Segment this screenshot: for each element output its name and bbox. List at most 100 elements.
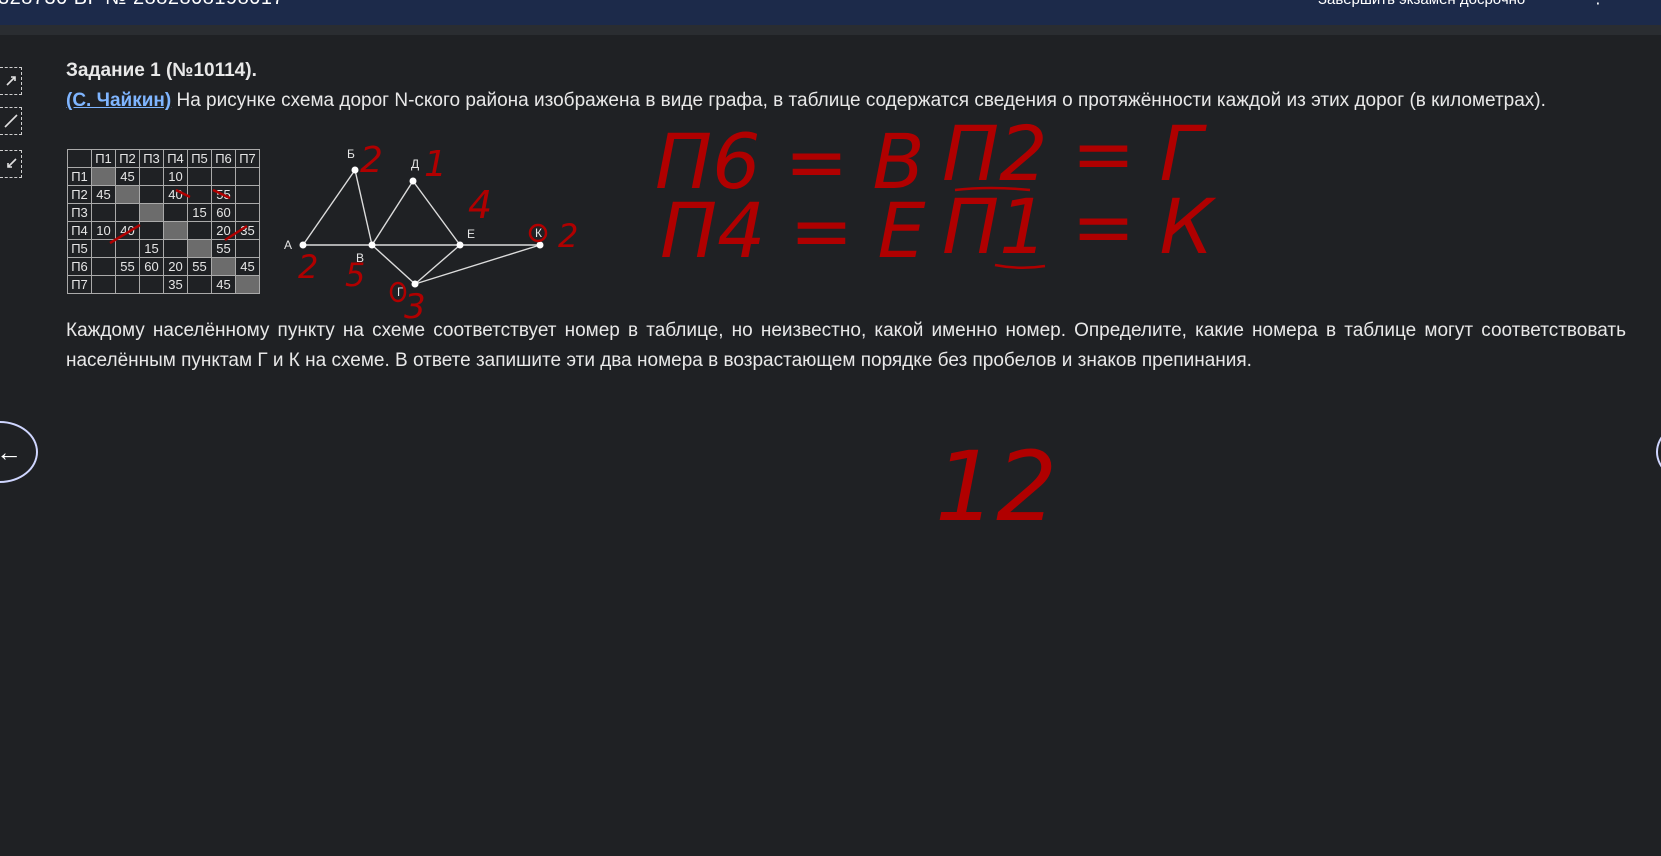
- underline-stroke-2: [994, 263, 1046, 269]
- note-p2-g: П2 = Г: [942, 109, 1207, 198]
- column-header: П5: [187, 149, 212, 168]
- node-v: [368, 241, 376, 249]
- distance-cell: [91, 275, 116, 294]
- collapse-icon[interactable]: [0, 150, 22, 178]
- distance-cell: [235, 239, 260, 258]
- row-header: П1: [67, 167, 92, 186]
- diagonal-cell: [235, 275, 260, 294]
- underline-stroke: [954, 186, 1031, 192]
- task-question: Каждому населённому пункту на схеме соот…: [66, 320, 1626, 371]
- distance-cell: [91, 257, 116, 276]
- row-header: П6: [67, 257, 92, 276]
- author-link[interactable]: (С. Чайкин): [66, 90, 171, 111]
- distance-cell: 55: [211, 185, 236, 204]
- label-k: К: [535, 226, 542, 240]
- top-bar: 328730 ВГ № 2882808198017 Завершить экза…: [0, 0, 1661, 35]
- label-g: Г: [397, 285, 404, 299]
- exam-id-text: 328730 ВГ № 2882808198017: [0, 0, 284, 10]
- ink-overlay: П6 = В П2 = Г П4 = Е П1 = К 12 2 1 4 2 2…: [109, 109, 1216, 543]
- row-header: П3: [67, 203, 92, 222]
- line-tool-icon[interactable]: [0, 107, 22, 135]
- distance-cell: 20: [163, 257, 188, 276]
- distance-cell: 55: [187, 257, 212, 276]
- table-row: П1 45 10: [67, 167, 260, 186]
- table-corner-cell: [67, 149, 92, 168]
- distance-cell: 40: [115, 221, 140, 240]
- distance-cell: [235, 203, 260, 222]
- note-p6-v: П6 = В: [655, 117, 925, 206]
- distance-cell: [235, 185, 260, 204]
- distance-cell: [235, 167, 260, 186]
- node-a: [299, 241, 307, 249]
- table-row: П5 15 55: [67, 239, 260, 258]
- note-p1-k: П1 = К: [942, 182, 1216, 271]
- distance-cell: [163, 239, 188, 258]
- distance-cell: 20: [211, 221, 236, 240]
- table-row: П2 45 40 55: [67, 185, 260, 204]
- distance-cell: [115, 275, 140, 294]
- task-title: Задание 1 (№10114).: [66, 60, 257, 81]
- label-e: Е: [467, 227, 475, 241]
- distance-cell: [139, 221, 164, 240]
- distance-cell: [187, 167, 212, 186]
- distance-cell: 35: [163, 275, 188, 294]
- distance-cell: [187, 185, 212, 204]
- distance-cell: 45: [115, 167, 140, 186]
- finish-exam-button[interactable]: Завершить экзамен досрочно: [1318, 0, 1525, 8]
- distance-cell: [187, 275, 212, 294]
- row-header: П5: [67, 239, 92, 258]
- distance-cell: [139, 167, 164, 186]
- next-task-button[interactable]: [1656, 421, 1661, 483]
- label-d: Д: [411, 157, 419, 171]
- distance-cell: 60: [139, 257, 164, 276]
- distance-cell: [91, 239, 116, 258]
- node-e: [456, 241, 464, 249]
- distance-cell: 60: [211, 203, 236, 222]
- distance-cell: [91, 203, 116, 222]
- diagonal-cell: [187, 239, 212, 258]
- node-k: [536, 241, 544, 249]
- node-d: [409, 177, 417, 185]
- column-header: П4: [163, 149, 188, 168]
- distance-cell: 40: [163, 185, 188, 204]
- distance-cell: [115, 203, 140, 222]
- diagonal-cell: [91, 167, 116, 186]
- distance-cell: 15: [139, 239, 164, 258]
- row-header: П2: [67, 185, 92, 204]
- distance-cell: [187, 221, 212, 240]
- table-row: П4 10 40 20 35: [67, 221, 260, 240]
- road-graph: А Б В Д Е Г К: [284, 147, 544, 299]
- note-p4-e: П4 = Е: [660, 186, 926, 275]
- answer-note: 12: [935, 431, 1057, 543]
- distance-cell: [139, 185, 164, 204]
- column-header: П3: [139, 149, 164, 168]
- distance-cell: 10: [163, 167, 188, 186]
- distance-cell: 55: [115, 257, 140, 276]
- row-header: П4: [67, 221, 92, 240]
- distance-cell: 55: [211, 239, 236, 258]
- distance-cell: 45: [211, 275, 236, 294]
- table-row: П3 15 60: [67, 203, 260, 222]
- node-g: [411, 280, 419, 288]
- diagonal-cell: [115, 185, 140, 204]
- expand-icon[interactable]: [0, 67, 22, 95]
- label-b: Б: [347, 147, 355, 161]
- previous-task-button[interactable]: ←: [0, 421, 38, 483]
- distance-cell: [211, 167, 236, 186]
- distance-cell: 45: [235, 257, 260, 276]
- distance-cell: [115, 239, 140, 258]
- task-intro: (С. Чайкин) На рисунке схема дорог N-ско…: [66, 86, 1626, 116]
- column-header: П1: [91, 149, 116, 168]
- table-row: П7 35 45: [67, 275, 260, 294]
- row-header: П7: [67, 275, 92, 294]
- distance-cell: 35: [235, 221, 260, 240]
- more-menu-icon[interactable]: ⋮: [1590, 0, 1606, 8]
- distance-cell: 45: [91, 185, 116, 204]
- diagonal-cell: [163, 221, 188, 240]
- node-b: [351, 166, 359, 174]
- arrow-left-icon: ←: [0, 437, 22, 467]
- diagonal-cell: [139, 203, 164, 222]
- distance-cell: [139, 275, 164, 294]
- task-intro-text: На рисунке схема дорог N-ского района из…: [171, 90, 1546, 111]
- column-header: П6: [211, 149, 236, 168]
